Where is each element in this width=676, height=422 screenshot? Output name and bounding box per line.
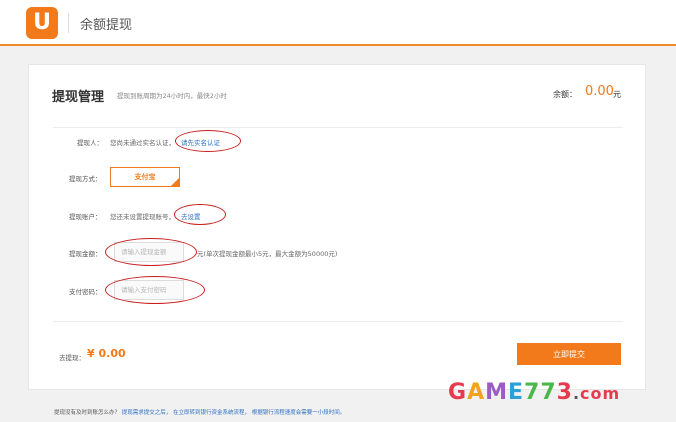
withdrawer-label: 提现人： — [77, 139, 103, 147]
fee-value: ¥ 0.00 — [87, 347, 126, 360]
amount-input[interactable] — [114, 242, 184, 262]
method-label: 提现方式： — [69, 175, 102, 183]
app-logo[interactable]: U — [26, 7, 58, 39]
withdraw-card: 提现管理 提现到账周期为24小时内，最快2小时 余额： 0.00 元 提现人： … — [28, 64, 646, 390]
title-divider — [53, 127, 623, 128]
amount-hint: 元(单次提现金额最小5元，最大金额为50000元) — [197, 250, 338, 258]
account-note: 您还未设置提现账号， — [110, 213, 175, 221]
alipay-option-button[interactable]: 支付宝 — [110, 167, 180, 187]
alipay-option-label: 支付宝 — [134, 173, 156, 181]
selected-corner-icon — [171, 178, 179, 186]
footer-question: 提现没有及时到账怎么办？ — [54, 410, 121, 416]
footer-note: 提现没有及时到账怎么办？ 提现需求提交之后， 在立即转到银行资金系统流程， 根据… — [54, 408, 345, 416]
password-label: 支付密码： — [69, 288, 102, 296]
payment-password-input[interactable] — [114, 280, 184, 300]
withdrawer-note: 您尚未通过实名认证， — [110, 139, 175, 147]
balance-value: 0.00 — [585, 84, 614, 99]
amount-label: 提现金额： — [69, 250, 102, 258]
card-subtitle: 提现到账周期为24小时内，最快2小时 — [117, 92, 227, 100]
set-account-link[interactable]: 去设置 — [181, 211, 201, 221]
footer-link-3[interactable]: 根据银行流程速度会需要一小段时间。 — [252, 410, 346, 416]
footer-link-1[interactable]: 提现需求提交之后， — [122, 410, 172, 416]
balance-unit: 元 — [613, 90, 621, 99]
account-label: 提现账户： — [69, 213, 102, 221]
game773-watermark-logo: GAME773.com — [448, 380, 621, 405]
card-title: 提现管理 — [52, 90, 105, 105]
top-header: U 余额提现 — [0, 0, 676, 46]
header-divider — [68, 13, 69, 33]
form-divider — [53, 321, 623, 322]
balance-label: 余额： — [553, 90, 577, 99]
footer-link-2[interactable]: 在立即转到银行资金系统流程， — [173, 410, 250, 416]
fee-label: 去提现： — [59, 354, 85, 362]
submit-button[interactable]: 立即提交 — [517, 343, 621, 365]
page-title: 余额提现 — [80, 18, 133, 33]
verify-identity-link[interactable]: 请先实名认证 — [181, 137, 220, 147]
